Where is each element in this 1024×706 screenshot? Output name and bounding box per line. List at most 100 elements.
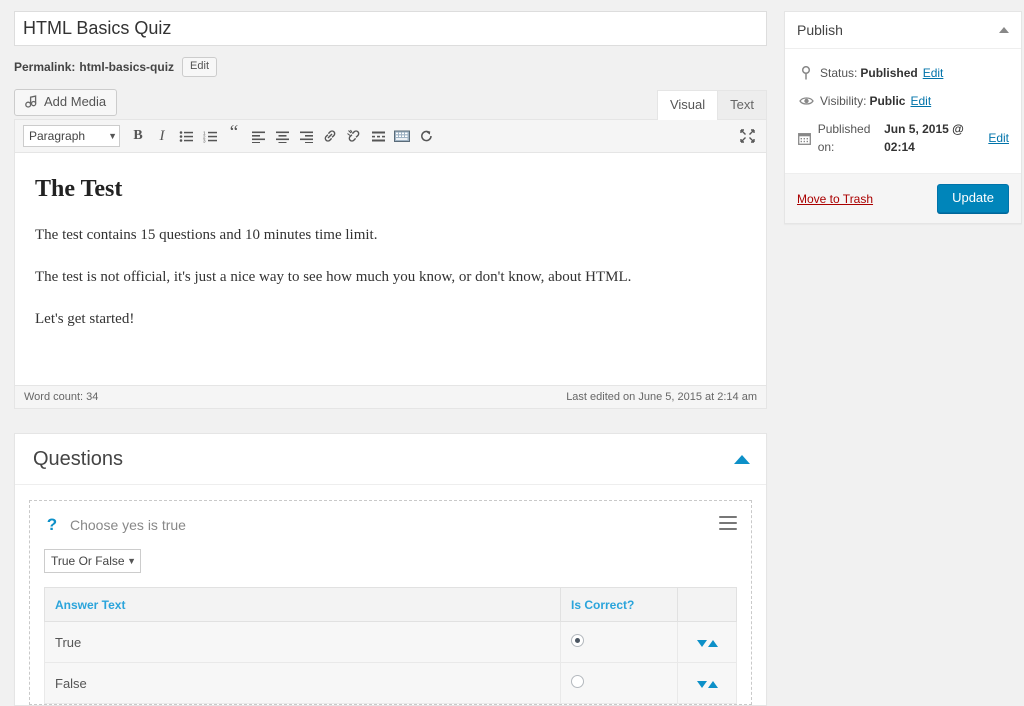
answers-table-body: True False <box>44 621 737 704</box>
question-text[interactable]: Choose yes is true <box>70 515 186 535</box>
insert-link-icon[interactable] <box>319 125 341 147</box>
italic-glyph: I <box>159 127 165 144</box>
question-mark-icon: ? <box>46 515 58 534</box>
table-row: True <box>44 621 737 663</box>
calendar-icon <box>797 132 813 145</box>
paragraph-format-select[interactable]: Paragraph ▼ <box>23 125 120 147</box>
tab-text[interactable]: Text <box>717 90 767 120</box>
visibility-row: Visibility: Public Edit <box>797 87 1009 115</box>
editor-status-bar: Word count: 34 Last edited on June 5, 20… <box>15 385 766 408</box>
correct-radio-false[interactable] <box>571 675 584 688</box>
drag-handle-icon[interactable] <box>719 516 737 530</box>
move-to-trash-link[interactable]: Move to Trash <box>797 192 873 206</box>
content-paragraph-3: Let's get started! <box>35 311 135 327</box>
blockquote-icon[interactable]: “ <box>223 122 245 150</box>
toolbar-toggle-icon[interactable] <box>391 125 413 147</box>
post-body-content: Permalink: html-basics-quiz Edit Add Med… <box>14 11 767 706</box>
blockquote-glyph: “ <box>229 122 239 143</box>
questions-metabox: Questions ? Choose yes is true True Or F… <box>14 433 767 706</box>
move-up-icon[interactable] <box>707 680 718 688</box>
correct-radio-true[interactable] <box>571 634 584 647</box>
answer-text-cell[interactable]: False <box>44 662 561 704</box>
publish-box-header[interactable]: Publish <box>785 12 1021 49</box>
editor-mode-tabs: Visual Text <box>656 90 767 120</box>
publish-box: Publish Status: Published Edit Visibilit… <box>784 11 1022 224</box>
chevron-down-icon: ▼ <box>127 556 136 566</box>
edit-permalink-button[interactable]: Edit <box>182 57 218 77</box>
collapse-up-icon[interactable] <box>999 27 1009 33</box>
questions-title: Questions <box>33 448 124 470</box>
bulleted-list-icon[interactable] <box>175 125 197 147</box>
bold-glyph: B <box>133 128 143 143</box>
permalink-label: Permalink: <box>14 60 76 74</box>
word-count: Word count: 34 <box>24 391 99 403</box>
insert-read-more-icon[interactable] <box>367 125 389 147</box>
question-type-value: True Or False <box>51 554 125 568</box>
visibility-value: Public <box>869 94 906 108</box>
collapse-up-icon[interactable] <box>734 454 750 464</box>
italic-icon[interactable]: I <box>151 125 173 147</box>
bold-icon[interactable]: B <box>127 125 149 147</box>
sort-cell <box>677 621 737 663</box>
numbered-list-icon[interactable]: 1 2 3 <box>199 125 221 147</box>
edit-published-link[interactable]: Edit <box>988 129 1009 147</box>
align-right-icon[interactable] <box>295 125 317 147</box>
publish-title: Publish <box>797 22 843 38</box>
post-title-input[interactable] <box>14 11 767 46</box>
content-paragraph-2: The test is not official, it's just a ni… <box>35 269 632 285</box>
update-button[interactable]: Update <box>937 184 1009 213</box>
publish-status-rows: Status: Published Edit Visibility: Publi… <box>785 49 1021 173</box>
published-on-value: Jun 5, 2015 @ 02:14 <box>884 122 964 154</box>
content-editor: Paragraph ▼ B I 1 2 3 “ The Test The tes… <box>14 119 767 409</box>
edit-visibility-link[interactable]: Edit <box>910 92 931 110</box>
editor-toolbar: Paragraph ▼ B I 1 2 3 “ <box>15 120 766 153</box>
is-correct-cell <box>560 621 678 663</box>
undo-icon[interactable] <box>415 125 437 147</box>
questions-metabox-header[interactable]: Questions <box>15 434 766 485</box>
pin-icon <box>797 66 815 80</box>
format-select-value: Paragraph <box>29 129 86 143</box>
fullscreen-icon[interactable] <box>736 125 758 147</box>
visibility-label: Visibility: <box>820 94 867 108</box>
column-is-correct: Is Correct? <box>560 587 678 622</box>
move-down-icon[interactable] <box>696 639 707 647</box>
status-value: Published <box>860 66 918 80</box>
add-media-button[interactable]: Add Media <box>14 89 118 116</box>
remove-link-icon[interactable] <box>343 125 365 147</box>
align-left-icon[interactable] <box>247 125 269 147</box>
status-row: Status: Published Edit <box>797 59 1009 87</box>
eye-icon <box>797 95 815 107</box>
content-heading: The Test <box>35 176 123 202</box>
question-type-select[interactable]: True Or False ▼ <box>44 549 141 573</box>
move-down-icon[interactable] <box>696 680 707 688</box>
question-header: ? Choose yes is true <box>44 513 737 537</box>
post-sidebar: Publish Status: Published Edit Visibilit… <box>784 11 1022 224</box>
edit-status-link[interactable]: Edit <box>923 64 944 82</box>
publish-footer: Move to Trash Update <box>785 173 1021 223</box>
permalink-slug: html-basics-quiz <box>79 60 175 74</box>
wordpress-post-editor: Permalink: html-basics-quiz Edit Add Med… <box>0 0 1024 706</box>
tab-visual[interactable]: Visual <box>656 90 719 120</box>
permalink-row: Permalink: html-basics-quiz Edit <box>14 56 767 78</box>
is-correct-cell <box>560 662 678 704</box>
sort-cell <box>677 662 737 704</box>
answer-text-cell[interactable]: True <box>44 621 561 663</box>
chevron-down-icon: ▼ <box>108 131 117 141</box>
align-center-icon[interactable] <box>271 125 293 147</box>
move-up-icon[interactable] <box>707 639 718 647</box>
answers-table-head: Answer Text Is Correct? <box>44 587 737 622</box>
last-edited: Last edited on June 5, 2015 at 2:14 am <box>566 391 757 403</box>
column-answer-text: Answer Text <box>44 587 561 622</box>
questions-metabox-body: ? Choose yes is true True Or False ▼ Ans… <box>15 485 766 705</box>
editor-content-area[interactable]: The Test The test contains 15 questions … <box>15 153 766 385</box>
content-paragraph-1: The test contains 15 questions and 10 mi… <box>35 227 378 243</box>
media-buttons-row: Add Media Visual Text <box>14 89 767 120</box>
published-on-label: Published on: <box>817 122 871 154</box>
add-media-icon <box>23 94 39 110</box>
add-media-label: Add Media <box>44 94 107 109</box>
svg-text:3: 3 <box>203 138 206 142</box>
column-sort <box>677 587 737 622</box>
question-card: ? Choose yes is true True Or False ▼ Ans… <box>29 500 752 705</box>
published-on-row: Published on: Jun 5, 2015 @ 02:14 Edit <box>797 115 1009 161</box>
status-label: Status: <box>820 66 858 80</box>
